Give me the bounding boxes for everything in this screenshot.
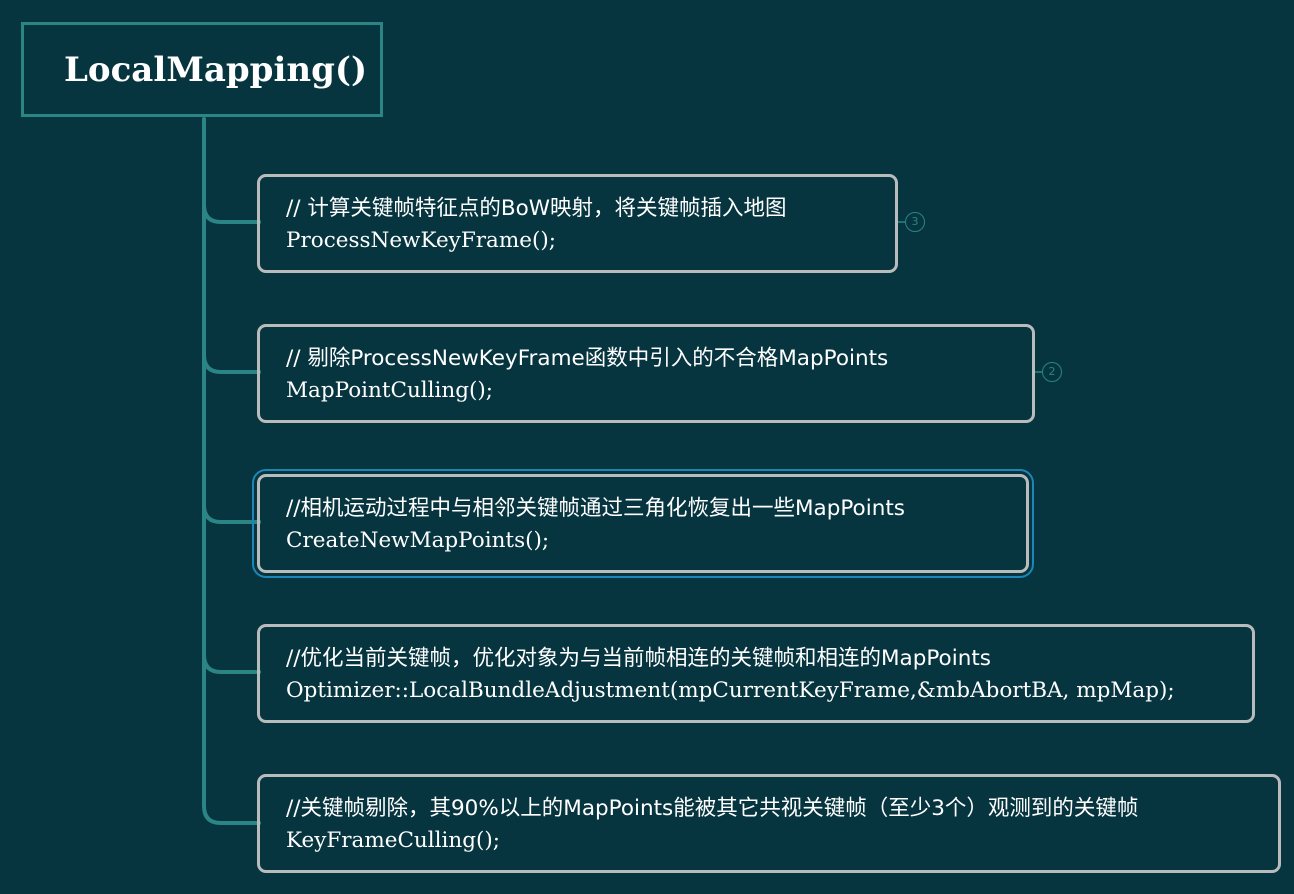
node-keyframe-culling[interactable]: //关键帧剔除，其90%以上的MapPoints能被其它共视关键帧（至少3个）观…: [257, 774, 1281, 873]
collapse-count-badge[interactable]: 2: [1042, 362, 1062, 382]
collapse-count-badge[interactable]: 3: [905, 212, 925, 232]
node-code: Optimizer::LocalBundleAdjustment(mpCurre…: [286, 678, 1175, 703]
connector-lines: [202, 117, 1042, 825]
root-node-title: LocalMapping(): [64, 49, 368, 90]
branch-line-2: [202, 353, 261, 374]
node-map-point-culling[interactable]: // 剔除ProcessNewKeyFrame函数中引入的不合格MapPoint…: [257, 324, 1035, 423]
node-process-new-keyframe[interactable]: // 计算关键帧特征点的BoW映射，将关键帧插入地图 ProcessNewKey…: [257, 174, 898, 273]
node-code: ProcessNewKeyFrame();: [286, 228, 556, 253]
branch-line-1: [202, 203, 261, 224]
branch-line-4: [202, 653, 261, 674]
node-create-new-map-points[interactable]: //相机运动过程中与相邻关键帧通过三角化恢复出一些MapPoints Creat…: [252, 469, 1034, 578]
node-comment: // 计算关键帧特征点的BoW映射，将关键帧插入地图: [286, 196, 787, 221]
root-node-local-mapping[interactable]: LocalMapping(): [21, 22, 383, 117]
node-code: CreateNewMapPoints();: [286, 528, 550, 553]
node-comment: // 剔除ProcessNewKeyFrame函数中引入的不合格MapPoint…: [286, 346, 889, 371]
node-local-bundle-adjustment[interactable]: //优化当前关键帧，优化对象为与当前帧相连的关键帧和相连的MapPoints O…: [257, 624, 1255, 723]
node-code: KeyFrameCulling();: [286, 828, 501, 853]
branch-line-3: [202, 503, 261, 524]
node-comment: //关键帧剔除，其90%以上的MapPoints能被其它共视关键帧（至少3个）观…: [286, 796, 1139, 821]
node-code: MapPointCulling();: [286, 378, 494, 403]
node-comment: //优化当前关键帧，优化对象为与当前帧相连的关键帧和相连的MapPoints: [286, 646, 991, 671]
node-comment: //相机运动过程中与相邻关键帧通过三角化恢复出一些MapPoints: [286, 496, 905, 521]
branch-line-5: [202, 804, 261, 825]
